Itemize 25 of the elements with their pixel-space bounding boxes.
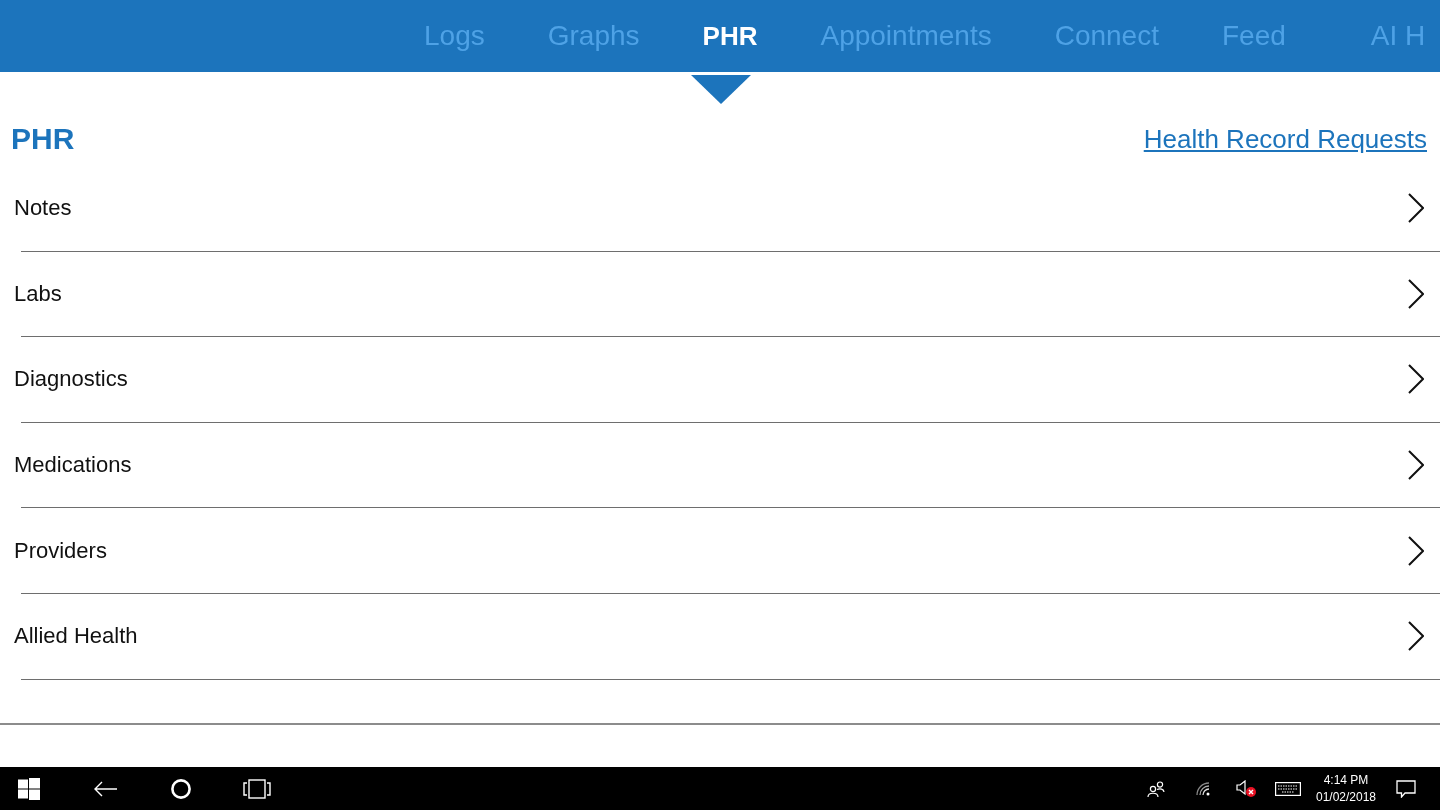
triangle-pointer-icon [691, 75, 751, 104]
chevron-right-icon [1408, 535, 1424, 566]
wifi-icon [1196, 781, 1212, 796]
chevron-right-icon [1408, 193, 1424, 224]
chevron-right-icon [1408, 621, 1424, 652]
chevron-right-icon [1408, 278, 1424, 309]
keyboard-icon [1275, 781, 1301, 796]
clock-button[interactable]: 4:14 PM 01/02/2018 [1310, 767, 1382, 810]
list-item[interactable]: Allied Health [0, 593, 1440, 679]
list-item[interactable]: Notes [0, 166, 1440, 251]
windows-logo-icon [18, 777, 40, 800]
list-item[interactable]: Medications [0, 422, 1440, 508]
people-icon [1147, 780, 1165, 797]
task-view-icon [243, 778, 271, 799]
list-item[interactable]: Diagnostics [0, 337, 1440, 422]
chevron-right-icon [1408, 364, 1424, 395]
back-arrow-icon [93, 780, 117, 797]
list-item[interactable]: Providers [0, 508, 1440, 593]
page-title: PHR [11, 122, 75, 156]
list-item[interactable]: Labs [0, 251, 1440, 337]
speech-bubble-icon [1396, 779, 1416, 798]
record-requests-link[interactable]: Health Record Requests [1143, 123, 1427, 155]
nav-tab[interactable]: PHR [702, 0, 758, 72]
chevron-right-icon [1408, 450, 1424, 481]
circle-icon [171, 778, 191, 799]
